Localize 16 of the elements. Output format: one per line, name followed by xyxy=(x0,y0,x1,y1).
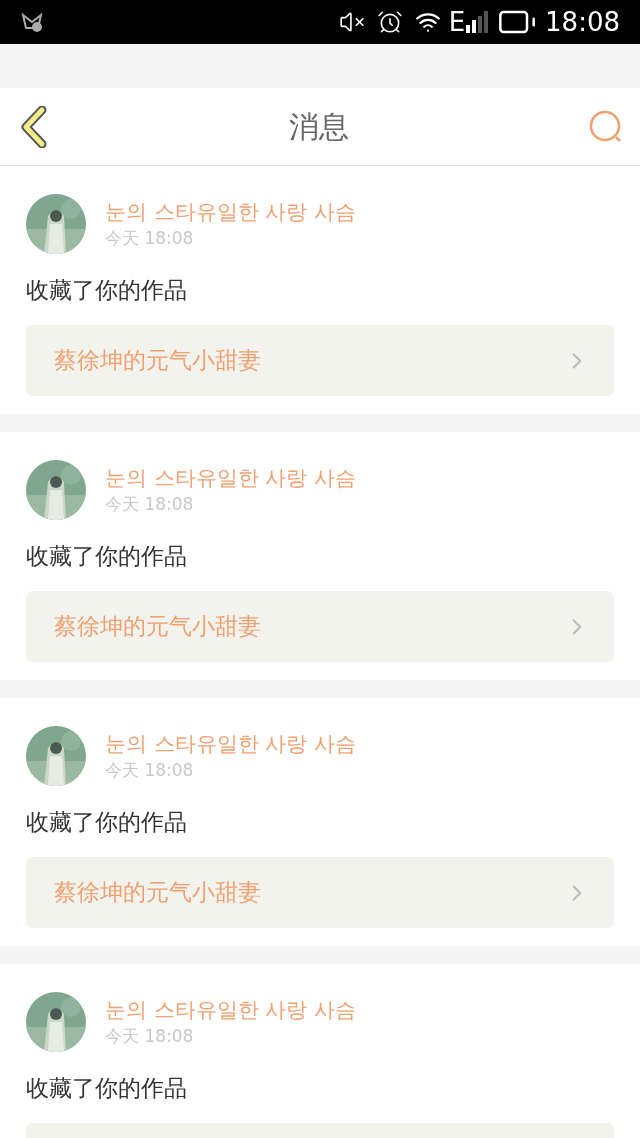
work-link[interactable]: 蔡徐坤的元气小甜妻 xyxy=(26,857,614,928)
network-type: E xyxy=(448,9,466,35)
message-text: 收藏了你的作品 xyxy=(26,807,187,837)
message-text: 收藏了你的作品 xyxy=(26,275,187,305)
page-title: 消息 xyxy=(289,109,349,144)
message-text: 收藏了你的作品 xyxy=(26,1073,187,1103)
clock: 18:08 xyxy=(545,9,620,35)
user-name[interactable]: 눈의 스타유일한 사랑 사슴 xyxy=(105,464,357,492)
alarm-icon xyxy=(376,9,403,35)
message-text: 收藏了你的作品 xyxy=(26,541,187,571)
work-link[interactable]: 蔡徐坤的元气小甜妻 xyxy=(26,591,614,662)
work-link[interactable]: 蔡徐坤的元气小甜妻 xyxy=(26,325,614,396)
signal-icon xyxy=(465,11,490,33)
user-name[interactable]: 눈의 스타유일한 사랑 사슴 xyxy=(105,730,357,758)
user-name[interactable]: 눈의 스타유일한 사랑 사슴 xyxy=(105,198,357,226)
user-name[interactable]: 눈의 스타유일한 사랑 사슴 xyxy=(105,996,357,1024)
